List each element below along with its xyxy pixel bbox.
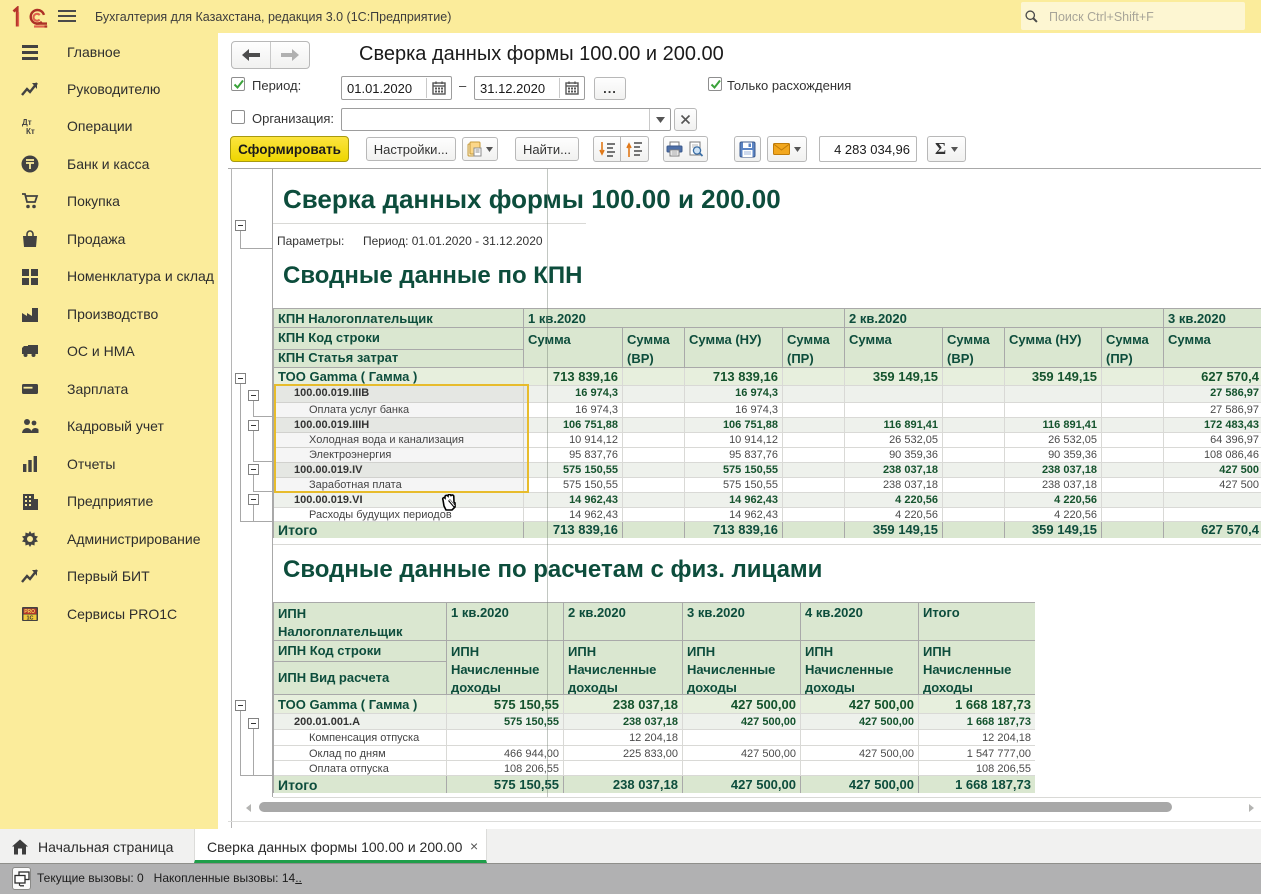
svg-text:Дт: Дт [22, 118, 32, 127]
svg-text:Кт: Кт [26, 127, 35, 135]
svg-text:1С: 1С [27, 615, 34, 621]
svg-text:PRO: PRO [24, 609, 35, 615]
